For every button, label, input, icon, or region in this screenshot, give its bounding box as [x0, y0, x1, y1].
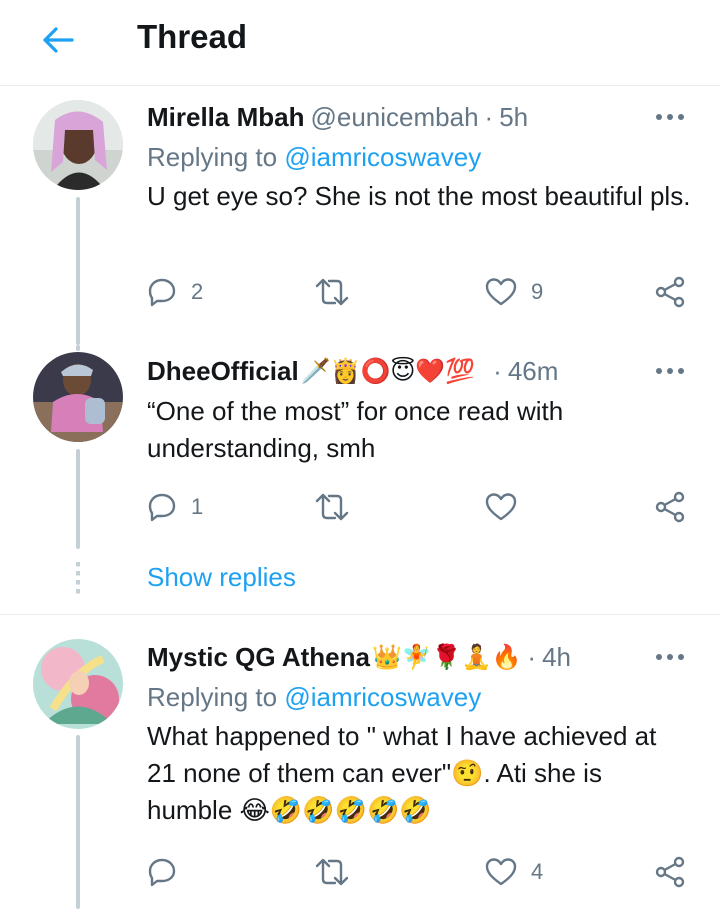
replying-to-handle[interactable]: @iamricoswavey [284, 142, 481, 172]
separator: · [527, 641, 537, 672]
action-bar: 1 [0, 487, 720, 527]
like-button[interactable]: 9 [485, 272, 543, 312]
tweet-mirella[interactable]: Mirella Mbah @eunicembah · 5h Replying t… [0, 0, 720, 345]
show-replies-link[interactable]: Show replies [147, 562, 296, 593]
heart-icon [485, 493, 517, 521]
author-line: DheeOfficial 🗡️👸⭕😇❤️💯 · 46m [147, 354, 558, 388]
tweet-mystic-athena[interactable]: Mystic QG Athena 👑🧚🌹🧘🔥 · 4h Replying to … [0, 615, 720, 909]
more-dots-icon [656, 368, 684, 374]
replying-to: Replying to @iamricoswavey [147, 142, 481, 173]
replying-to-label: Replying to [147, 682, 278, 712]
avatar[interactable] [33, 100, 123, 190]
share-button[interactable] [654, 487, 686, 527]
share-button[interactable] [654, 852, 686, 892]
thread-dots [76, 562, 80, 596]
heart-icon [485, 858, 517, 886]
share-icon [655, 276, 685, 308]
heart-icon [485, 278, 517, 306]
author-handle: @eunicembah [310, 101, 479, 132]
author-line: Mystic QG Athena 👑🧚🌹🧘🔥 · 4h [147, 640, 571, 674]
reply-icon [148, 493, 176, 522]
name-emojis: 👑🧚🌹🧘🔥 [371, 643, 522, 671]
share-button[interactable] [654, 272, 686, 312]
replying-to-handle[interactable]: @iamricoswavey [284, 682, 481, 712]
more-options-button[interactable] [652, 361, 688, 381]
reply-count: 2 [191, 279, 204, 304]
more-dots-icon [656, 114, 684, 120]
author-line: Mirella Mbah @eunicembah · 5h [147, 100, 528, 134]
like-button[interactable] [485, 487, 517, 527]
reply-icon [148, 858, 176, 887]
share-icon [655, 856, 685, 888]
more-options-button[interactable] [652, 107, 688, 127]
thread-line [76, 197, 80, 345]
author-name[interactable]: DheeOfficial [147, 356, 299, 387]
action-bar: 2 9 [0, 272, 720, 312]
like-button[interactable]: 4 [485, 852, 543, 892]
retweet-icon [315, 493, 349, 521]
replying-to: Replying to @iamricoswavey [147, 682, 481, 713]
tweet-dheeofficial[interactable]: DheeOfficial 🗡️👸⭕😇❤️💯 · 46m “One of the … [0, 345, 720, 555]
name-emojis: 🗡️👸⭕😇❤️💯 [300, 357, 476, 385]
reply-button[interactable]: 2 [147, 272, 203, 312]
thread-line [76, 345, 80, 351]
retweet-icon [315, 278, 349, 306]
reply-button[interactable]: 1 [147, 487, 203, 527]
retweet-icon [315, 858, 349, 886]
retweet-button[interactable] [314, 487, 350, 527]
author-name[interactable]: Mirella Mbah [147, 102, 304, 133]
tweet-text: What happened to " what I have achieved … [147, 721, 657, 825]
reply-count: 1 [191, 494, 204, 519]
separator: · [484, 101, 494, 132]
more-dots-icon [656, 654, 684, 660]
author-name[interactable]: Mystic QG Athena [147, 642, 370, 673]
avatar[interactable] [33, 352, 123, 442]
timestamp[interactable]: 46m [508, 356, 559, 387]
tweet-text: U get eye so? She is not the most beauti… [147, 181, 691, 211]
retweet-button[interactable] [314, 272, 350, 312]
timestamp[interactable]: 5h [499, 102, 528, 133]
retweet-button[interactable] [314, 852, 350, 892]
action-bar: 4 [0, 852, 720, 892]
replying-to-label: Replying to [147, 142, 278, 172]
timestamp[interactable]: 4h [542, 642, 571, 673]
reply-icon [148, 278, 176, 307]
share-icon [655, 491, 685, 523]
separator: · [493, 355, 502, 386]
more-options-button[interactable] [652, 647, 688, 667]
like-count: 4 [531, 859, 544, 884]
avatar[interactable] [33, 639, 123, 729]
like-count: 9 [531, 279, 544, 304]
tweet-text: “One of the most” for once read with und… [147, 396, 564, 463]
reply-button[interactable] [147, 852, 177, 892]
